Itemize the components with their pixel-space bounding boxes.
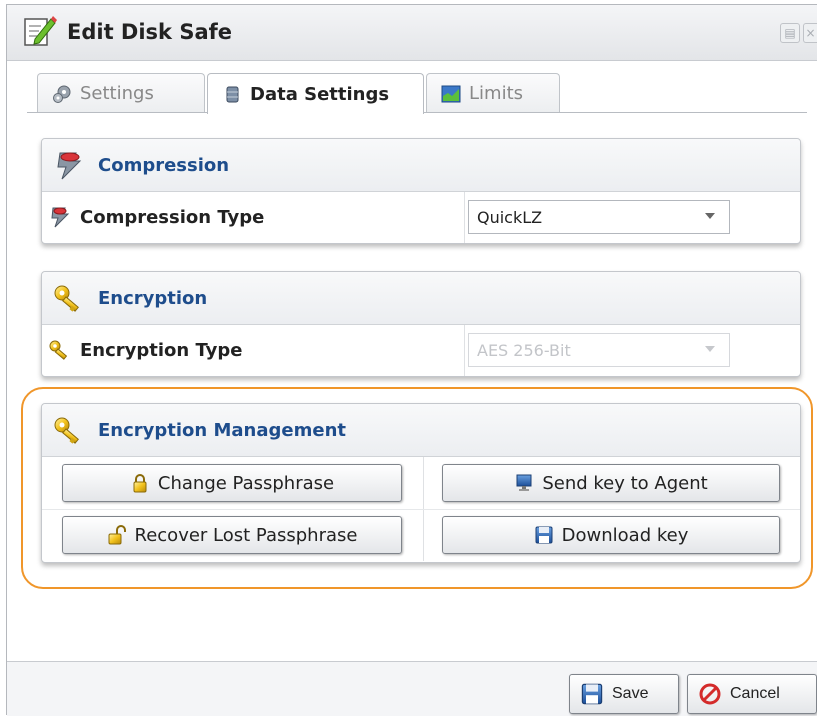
database-icon: [226, 86, 239, 103]
restore-button[interactable]: ▤: [780, 23, 800, 43]
title-bar: Edit Disk Safe ▤ ×: [7, 5, 817, 61]
dialog-footer: Save Cancel: [7, 661, 817, 716]
keys-icon: [54, 285, 79, 312]
encryption-title: Encryption: [98, 288, 208, 309]
tab-settings[interactable]: Settings: [37, 73, 205, 113]
encryption-type-select: AES 256-Bit: [468, 333, 730, 367]
tab-label: Data Settings: [250, 83, 390, 105]
button-label: Cancel: [730, 685, 780, 702]
edit-disk-safe-dialog: Edit Disk Safe ▤ × Settings Data Setting…: [6, 4, 817, 716]
compression-header: Compression: [42, 139, 800, 192]
chevron-down-icon: [705, 213, 715, 219]
button-label: Save: [612, 685, 649, 702]
close-button[interactable]: ×: [803, 23, 817, 43]
save-button[interactable]: Save: [569, 674, 679, 714]
tab-label: Limits: [469, 83, 523, 104]
chevron-down-icon: [705, 346, 715, 352]
tab-data-settings[interactable]: Data Settings: [207, 73, 424, 114]
compression-icon: [57, 152, 82, 180]
highlight-outline: [21, 387, 813, 589]
cancel-icon: [699, 683, 721, 705]
floppy-disk-icon: [581, 683, 603, 705]
tab-strip: Settings Data Settings Limits: [27, 71, 807, 114]
encryption-header: Encryption: [42, 272, 800, 325]
encryption-type-label: Encryption Type: [80, 340, 243, 361]
compression-type-label: Compression Type: [80, 207, 265, 228]
compression-title: Compression: [98, 155, 230, 176]
compression-icon: [51, 207, 70, 228]
encryption-panel: Encryption Encryption Type AES 256-Bit: [41, 271, 801, 377]
compression-type-select[interactable]: QuickLZ: [468, 200, 730, 234]
keys-icon: [49, 340, 68, 360]
compression-type-row: Compression Type QuickLZ: [42, 192, 800, 243]
edit-document-icon: [24, 16, 57, 46]
encryption-type-row: Encryption Type AES 256-Bit: [42, 325, 800, 376]
compression-type-value: QuickLZ: [477, 208, 543, 227]
window-title: Edit Disk Safe: [67, 20, 233, 44]
chart-icon: [441, 85, 461, 102]
gear-icon: [53, 85, 71, 103]
tab-limits[interactable]: Limits: [426, 73, 560, 113]
compression-panel: Compression Compression Type QuickLZ: [41, 138, 801, 244]
cancel-button[interactable]: Cancel: [687, 674, 817, 714]
encryption-type-value: AES 256-Bit: [477, 341, 571, 360]
tab-label: Settings: [80, 83, 154, 104]
